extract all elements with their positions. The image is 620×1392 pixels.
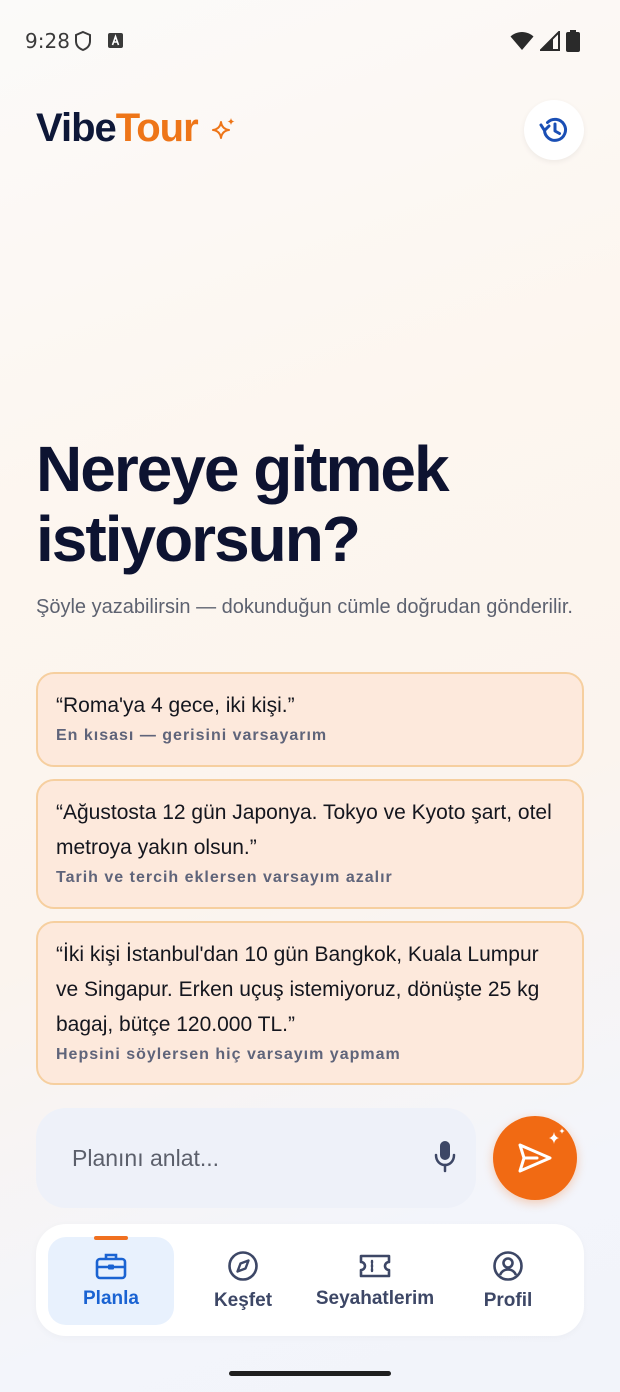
history-icon xyxy=(539,117,567,142)
example-hint: Tarih ve tercih eklersen varsayım azalır xyxy=(56,869,393,886)
app-logo: VibeTour xyxy=(36,106,199,151)
profile-icon xyxy=(493,1251,523,1281)
nav-item-planla[interactable]: Planla xyxy=(48,1236,174,1325)
wifi-icon xyxy=(510,32,534,50)
composer xyxy=(36,1108,476,1208)
nav-label: Planla xyxy=(83,1288,139,1309)
signal-icon xyxy=(540,31,560,51)
battery-icon xyxy=(566,30,580,52)
example-text: “Roma'ya 4 gece, iki kişi.” xyxy=(56,694,295,717)
nav-item-profil[interactable]: Profil xyxy=(456,1237,560,1325)
example-card-3[interactable]: “İki kişi İstanbul'dan 10 gün Bangkok, K… xyxy=(36,921,584,1085)
briefcase-icon xyxy=(95,1253,127,1280)
history-button[interactable] xyxy=(524,100,584,160)
compass-icon xyxy=(228,1251,258,1281)
sparkle-icon xyxy=(549,1128,565,1144)
a-box-icon xyxy=(108,33,123,48)
example-text: “İki kişi İstanbul'dan 10 gün Bangkok, K… xyxy=(56,943,540,1036)
active-indicator xyxy=(94,1236,128,1240)
example-card-1[interactable]: “Roma'ya 4 gece, iki kişi.” En kısası — … xyxy=(36,672,584,767)
logo-vibe: Vibe xyxy=(36,106,117,150)
ticket-icon xyxy=(359,1254,391,1278)
microphone-icon xyxy=(434,1141,456,1173)
sparkle-icon xyxy=(212,118,235,139)
example-hint: En kısası — gerisini varsayarım xyxy=(56,727,328,744)
nav-item-seyahatlerim[interactable]: Seyahatlerim xyxy=(310,1237,440,1325)
page-title: Nereye gitmek istiyorsun? xyxy=(36,433,450,575)
example-text: “Ağustosta 12 gün Japonya. Tokyo ve Kyot… xyxy=(56,801,552,859)
plan-input[interactable] xyxy=(72,1138,402,1178)
nav-label: Profil xyxy=(483,1290,533,1311)
bottom-nav: Planla Keşfet Seyahatlerim Profil xyxy=(36,1224,584,1336)
page-subtitle: Şöyle yazabilirsin — dokunduğun cümle do… xyxy=(36,596,573,618)
nav-label: Seyahatlerim xyxy=(315,1288,435,1309)
status-time: 9:28 xyxy=(25,29,70,53)
example-hint: Hepsini söylersen hiç varsayım yapmam xyxy=(56,1046,401,1063)
nav-label: Keşfet xyxy=(213,1290,273,1311)
mic-button[interactable] xyxy=(428,1140,462,1176)
home-indicator[interactable] xyxy=(229,1371,391,1376)
shield-icon xyxy=(75,30,91,52)
nav-item-kesfet[interactable]: Keşfet xyxy=(188,1237,298,1325)
status-bar: 9:28 xyxy=(0,0,620,80)
status-icons xyxy=(510,30,580,52)
example-card-2[interactable]: “Ağustosta 12 gün Japonya. Tokyo ve Kyot… xyxy=(36,779,584,909)
logo-tour: Tour xyxy=(115,106,199,150)
